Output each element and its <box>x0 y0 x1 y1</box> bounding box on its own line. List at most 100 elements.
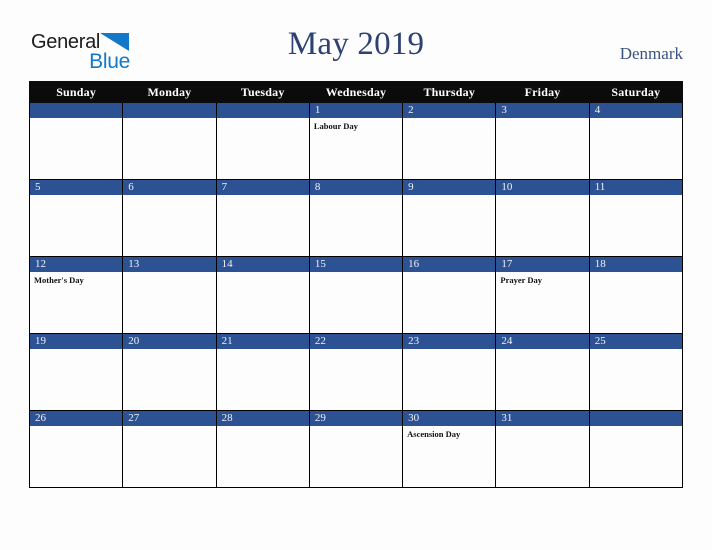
day-number: 18 <box>589 257 682 272</box>
day-events <box>217 195 309 198</box>
calendar-day-cell[interactable]: 13 <box>122 256 217 334</box>
calendar-day-cell[interactable]: 18 <box>588 256 684 334</box>
weekday-header-saturday: Saturday <box>588 81 684 103</box>
calendar-day-cell[interactable]: 2 <box>402 102 497 180</box>
calendar-day-cell[interactable]: 7 <box>215 179 310 257</box>
day-events <box>496 426 588 429</box>
country-label: Denmark <box>619 44 683 63</box>
calendar-day-cell[interactable]: 3 <box>495 102 590 180</box>
calendar-day-cell[interactable]: 10 <box>495 179 590 257</box>
day-events <box>310 195 402 198</box>
day-number: 2 <box>403 103 496 118</box>
calendar-day-cell[interactable]: 17 Prayer Day <box>495 256 590 334</box>
day-events <box>310 426 402 429</box>
calendar-day-cell[interactable]: 20 <box>122 333 217 411</box>
calendar-day-cell[interactable]: 24 <box>495 333 590 411</box>
day-events <box>30 349 122 352</box>
calendar-day-cell[interactable]: 1 Labour Day <box>308 102 404 180</box>
weekday-header-wednesday: Wednesday <box>308 81 404 103</box>
day-number: 30 <box>403 411 496 426</box>
day-number: 3 <box>496 103 589 118</box>
calendar-day-cell[interactable]: 12 Mother's Day <box>28 256 124 334</box>
day-number: 25 <box>589 334 682 349</box>
calendar-day-cell[interactable]: 21 <box>215 333 310 411</box>
calendar-empty-cell[interactable] <box>215 102 310 180</box>
day-number <box>30 103 123 118</box>
day-events <box>403 118 495 121</box>
calendar-empty-cell[interactable] <box>28 102 124 180</box>
day-number: 15 <box>309 257 403 272</box>
day-number: 10 <box>496 180 589 195</box>
day-events <box>217 349 309 352</box>
day-number: 7 <box>216 180 309 195</box>
calendar-page: General Blue May 2019 Denmark Sunday Mon… <box>0 0 712 550</box>
day-number: 27 <box>123 411 216 426</box>
day-number: 22 <box>309 334 403 349</box>
calendar-day-cell[interactable]: 29 <box>308 410 404 488</box>
day-events: Ascension Day <box>403 426 495 440</box>
calendar-day-cell[interactable]: 28 <box>215 410 310 488</box>
calendar-empty-cell[interactable] <box>122 102 217 180</box>
day-number: 8 <box>309 180 403 195</box>
day-events: Prayer Day <box>496 272 588 286</box>
calendar-day-cell[interactable]: 6 <box>122 179 217 257</box>
day-events <box>590 349 682 352</box>
day-number: 1 <box>309 103 403 118</box>
calendar-day-cell[interactable]: 19 <box>28 333 124 411</box>
weekday-header-tuesday: Tuesday <box>215 81 310 103</box>
holiday-event: Labour Day <box>313 121 358 131</box>
day-events <box>30 195 122 198</box>
weekday-header-sunday: Sunday <box>28 81 124 103</box>
day-number: 31 <box>496 411 589 426</box>
day-number: 19 <box>30 334 123 349</box>
calendar-day-cell[interactable]: 23 <box>402 333 497 411</box>
day-number: 9 <box>403 180 496 195</box>
calendar-week-row: 5 6 7 8 9 10 11 <box>28 179 684 257</box>
day-number: 16 <box>403 257 496 272</box>
calendar-week-row: 12 Mother's Day 13 14 15 16 17 Prayer Day 18 <box>28 256 684 334</box>
holiday-event: Ascension Day <box>407 429 461 439</box>
calendar-day-cell[interactable]: 4 <box>588 102 684 180</box>
calendar-day-cell[interactable]: 27 <box>122 410 217 488</box>
calendar-day-cell[interactable]: 16 <box>402 256 497 334</box>
day-events: Labour Day <box>310 118 402 132</box>
day-events <box>217 118 309 121</box>
day-number: 12 <box>30 257 123 272</box>
calendar-day-cell[interactable]: 30 Ascension Day <box>402 410 497 488</box>
calendar-week-row: 19 20 21 22 23 24 25 <box>28 333 684 411</box>
day-events <box>217 272 309 275</box>
day-number <box>589 411 682 426</box>
calendar-day-cell[interactable]: 11 <box>588 179 684 257</box>
day-events <box>310 272 402 275</box>
calendar-grid: Sunday Monday Tuesday Wednesday Thursday… <box>28 81 684 488</box>
calendar-week-row: 1 Labour Day 2 3 4 <box>28 102 684 180</box>
calendar-day-cell[interactable]: 31 <box>495 410 590 488</box>
day-number: 6 <box>123 180 216 195</box>
calendar-day-cell[interactable]: 26 <box>28 410 124 488</box>
calendar-day-cell[interactable]: 9 <box>402 179 497 257</box>
calendar-day-cell[interactable]: 15 <box>308 256 404 334</box>
holiday-event: Prayer Day <box>500 275 543 285</box>
day-number <box>216 103 309 118</box>
day-number: 5 <box>30 180 123 195</box>
weekday-header-monday: Monday <box>122 81 217 103</box>
calendar-day-cell[interactable]: 22 <box>308 333 404 411</box>
day-events <box>123 349 215 352</box>
day-number: 11 <box>589 180 682 195</box>
calendar-empty-cell[interactable] <box>588 410 684 488</box>
day-events <box>123 118 215 121</box>
calendar-day-cell[interactable]: 5 <box>28 179 124 257</box>
day-number <box>123 103 216 118</box>
weekday-header-row: Sunday Monday Tuesday Wednesday Thursday… <box>28 81 684 103</box>
calendar-day-cell[interactable]: 14 <box>215 256 310 334</box>
page-header: General Blue May 2019 Denmark <box>0 0 712 81</box>
calendar-day-cell[interactable]: 8 <box>308 179 404 257</box>
day-number: 23 <box>403 334 496 349</box>
day-events <box>496 349 588 352</box>
day-number: 24 <box>496 334 589 349</box>
day-number: 29 <box>309 411 403 426</box>
calendar-day-cell[interactable]: 25 <box>588 333 684 411</box>
day-number: 17 <box>496 257 589 272</box>
day-events <box>590 118 682 121</box>
day-events <box>403 272 495 275</box>
